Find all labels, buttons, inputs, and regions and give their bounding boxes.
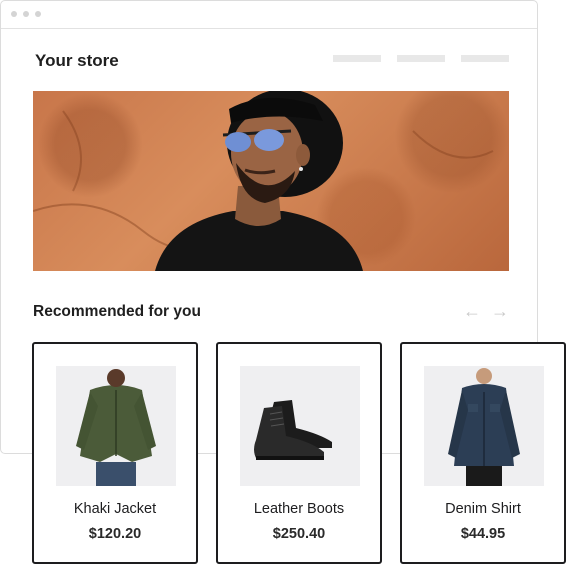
nav-placeholder[interactable] (397, 55, 445, 62)
product-card[interactable]: Leather Boots $250.40 (216, 342, 382, 564)
product-name: Leather Boots (253, 501, 345, 517)
product-price: $250.40 (272, 526, 326, 542)
product-name: Khaki Jacket (73, 501, 157, 517)
product-card[interactable]: Khaki Jacket $120.20 (32, 342, 198, 564)
store-title: Your store (35, 51, 119, 70)
hero-person-illustration (33, 91, 494, 271)
recommended-title: Recommended for you (33, 303, 201, 320)
leather-boots-image (240, 366, 360, 486)
window-dot (11, 11, 17, 17)
product-name: Denim Shirt (445, 501, 521, 517)
hero-image (33, 91, 509, 271)
window-dot (35, 11, 41, 17)
product-card[interactable]: Denim Shirt $44.95 (400, 342, 566, 564)
window-dot (23, 11, 29, 17)
nav-placeholder[interactable] (461, 55, 509, 62)
nav-placeholder[interactable] (333, 55, 381, 62)
arrow-left-icon[interactable]: ← (463, 301, 481, 321)
product-price: $44.95 (460, 526, 506, 542)
denim-shirt-image (424, 366, 544, 486)
khaki-jacket-image (56, 366, 176, 486)
product-price: $120.20 (88, 526, 142, 542)
arrow-right-icon[interactable]: → (491, 301, 509, 321)
window-titlebar (1, 1, 537, 29)
